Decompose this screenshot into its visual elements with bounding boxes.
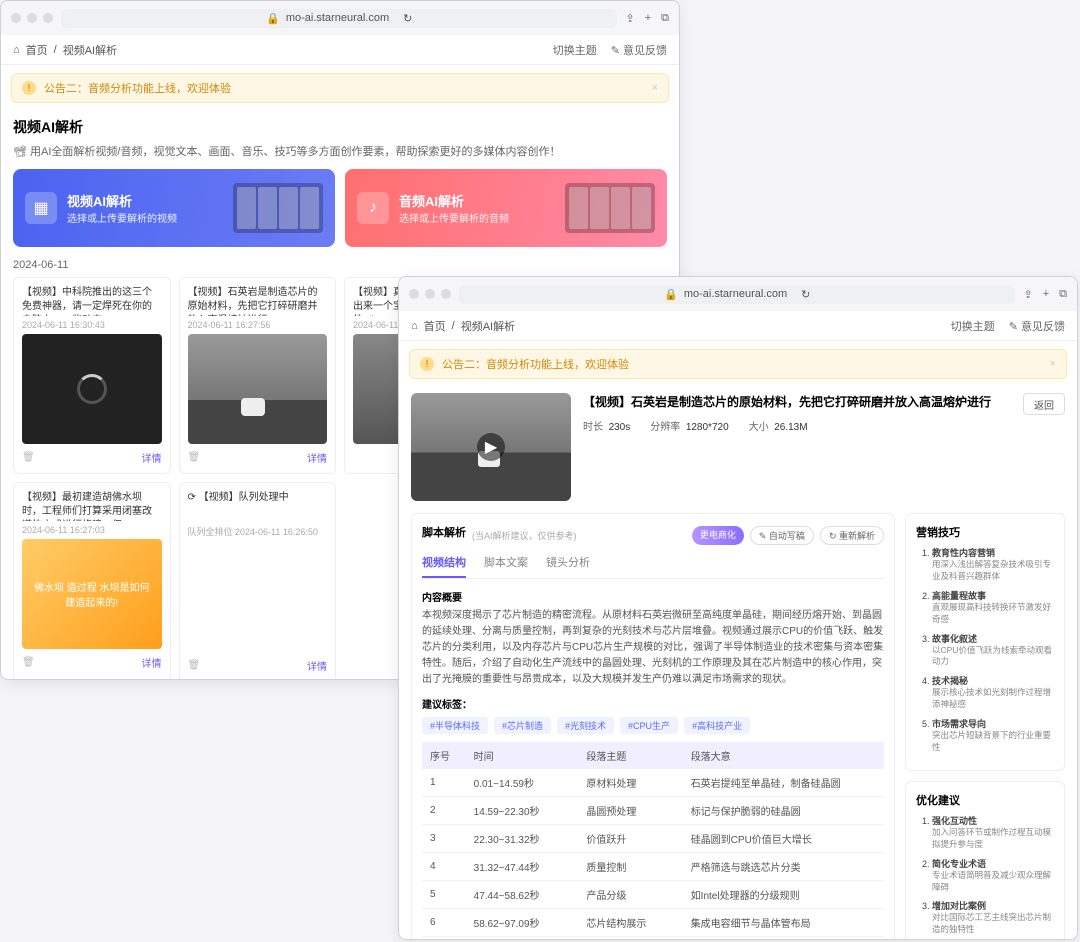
- url: mo-ai.starneural.com: [286, 12, 389, 24]
- pill-autowrite[interactable]: ✎ 自动写稿: [750, 526, 814, 545]
- tab-shots[interactable]: 镜头分析: [546, 554, 590, 578]
- tag[interactable]: #半导体科技: [422, 717, 488, 734]
- page-subtitle: 📽 用AI全面解析视频/音频，视觉文本、画面、音乐、技巧等多方面创作要素，帮助探…: [13, 143, 667, 159]
- list-item: 技术揭秘展示核心技术如光刻制作过程增添神秘感: [932, 674, 1054, 711]
- list-item: 高能量程故事直观展现高科技转换环节激发好奇感: [932, 589, 1054, 626]
- tag[interactable]: #CPU生产: [620, 717, 678, 734]
- video-thumbnail[interactable]: ▶: [411, 393, 571, 501]
- plus-icon[interactable]: +: [645, 12, 651, 25]
- detail-link[interactable]: 详情: [142, 655, 162, 670]
- date-header: 2024-06-11: [13, 259, 667, 271]
- tabs-icon[interactable]: ⧉: [1059, 288, 1067, 301]
- pill-ecommerce[interactable]: 更电商化: [692, 526, 744, 545]
- list-item: 市场需求导向突出芯片短缺背景下的行业重要性: [932, 717, 1054, 754]
- table-row: 431.32~47.44秒质量控制严格筛选与跳选芯片分类: [422, 853, 884, 881]
- detail-link[interactable]: 详情: [307, 658, 327, 673]
- list-item: 故事化叙述以CPU价值飞跃为线索牵动观看动力: [932, 632, 1054, 669]
- table-row: 10.01~14.59秒原材料处理石英岩提纯至单晶硅，制备硅晶圆: [422, 769, 884, 797]
- script-title: 脚本解析: [422, 524, 466, 540]
- trash-icon[interactable]: 🗑: [188, 660, 201, 671]
- table-row: 658.62~97.09秒芯片结构展示集成电容细节与晶体管布局: [422, 909, 884, 937]
- film-icon: ▦: [25, 192, 57, 224]
- list-item: 强化互动性加入问答环节或制作过程互动模拟提升参与度: [932, 814, 1054, 851]
- trash-icon[interactable]: 🗑: [22, 657, 35, 668]
- table-row: 547.44~58.62秒产品分级如Intel处理器的分级规则: [422, 881, 884, 909]
- table-row: 322.30~31.32秒价值跃升硅晶圆到CPU价值巨大增长: [422, 825, 884, 853]
- table-row: 797.09~151.19秒制造工艺揭秘光刻胶应用与光刻机工作原理: [422, 937, 884, 941]
- video-card[interactable]: ⟳ 【视频】队列处理中队列全排位 2024-06-11 16:26:50🗑详情: [179, 482, 337, 680]
- section-summary: 内容概要: [422, 589, 884, 604]
- table-row: 214.59~22.30秒晶圆预处理标记与保护脆弱的硅晶圆: [422, 797, 884, 825]
- hero-video[interactable]: ▦ 视频AI解析选择或上传要解析的视频: [13, 169, 335, 247]
- share-icon[interactable]: ⇪: [1023, 288, 1032, 301]
- list-item: 增加对比案例对比国际芯工艺主线突出芯片制造的独特性: [932, 899, 1054, 936]
- feedback-link[interactable]: ✎ 意见反馈: [611, 42, 667, 58]
- tag[interactable]: #芯片制造: [494, 717, 551, 734]
- hero-audio[interactable]: ♪ 音频AI解析选择或上传要解析的音频: [345, 169, 667, 247]
- tag[interactable]: #光刻技术: [557, 717, 614, 734]
- tabs-icon[interactable]: ⧉: [661, 12, 669, 25]
- detail-link[interactable]: 详情: [142, 450, 162, 465]
- share-icon[interactable]: ⇪: [625, 12, 634, 25]
- music-icon: ♪: [357, 192, 389, 224]
- info-icon: !: [420, 357, 434, 371]
- back-button[interactable]: 返回: [1023, 393, 1065, 415]
- video-card[interactable]: 【视频】最初建造胡佛水坝时，工程师们打算采用闭塞改道的方式进行修建，但2024-…: [13, 482, 171, 680]
- side-title-optimize: 优化建议: [916, 792, 1054, 808]
- breadcrumb: ⌂ 首页 / 视频AI解析: [411, 318, 515, 334]
- video-meta: 时长 230s 分辨率 1280*720 大小 26.13M: [583, 418, 1011, 433]
- close-icon[interactable]: ×: [652, 82, 658, 94]
- url-box[interactable]: 🔒 mo-ai.starneural.com ↻: [459, 285, 1015, 304]
- trash-icon[interactable]: 🗑: [188, 452, 201, 463]
- page-title: 视频AI解析: [13, 117, 667, 137]
- info-icon: !: [22, 81, 36, 95]
- plus-icon[interactable]: +: [1043, 288, 1049, 301]
- play-icon[interactable]: ▶: [477, 433, 505, 461]
- theme-toggle[interactable]: 切换主题: [951, 318, 995, 334]
- theme-toggle[interactable]: 切换主题: [553, 42, 597, 58]
- notice-bar: ! 公告二：音频分析功能上线，欢迎体验 ×: [409, 349, 1067, 379]
- tag[interactable]: #高科技产业: [684, 717, 750, 734]
- notice-bar: ! 公告二：音频分析功能上线，欢迎体验 ×: [11, 73, 669, 103]
- close-icon[interactable]: ×: [1050, 358, 1056, 370]
- tab-copy[interactable]: 脚本文案: [484, 554, 528, 578]
- list-item: 简化专业术语专业术语简明普及减少观众理解障碍: [932, 857, 1054, 894]
- feedback-link[interactable]: ✎ 意见反馈: [1009, 318, 1065, 334]
- segment-table: 序号时间段落主题段落大意 10.01~14.59秒原材料处理石英岩提纯至单晶硅，…: [422, 742, 884, 940]
- tab-structure[interactable]: 视频结构: [422, 554, 466, 578]
- summary-text: 本视频深度揭示了芯片制造的精密流程。从原材料石英岩微研至高纯度单晶硅，期间经历熔…: [422, 608, 884, 688]
- side-title-marketing: 营销技巧: [916, 524, 1054, 540]
- section-tags: 建议标签：: [422, 696, 884, 711]
- video-card[interactable]: 【视频】石英岩是制造芯片的原始材料，先把它打碎研磨并放入高温熔炉进行2024-0…: [179, 277, 337, 474]
- detail-link[interactable]: 详情: [307, 450, 327, 465]
- pill-reparse[interactable]: ↻ 重新解析: [820, 526, 884, 545]
- url-box[interactable]: 🔒 mo-ai.starneural.com ↻: [61, 9, 617, 28]
- list-item: 教育性内容营销用深入浅出解答复杂技术吸引专业及科普兴趣群体: [932, 546, 1054, 583]
- video-card[interactable]: 【视频】中科院推出的这三个免费神器，请一定焊死在你的电脑上。一些动态2024-0…: [13, 277, 171, 474]
- breadcrumb: ⌂ 首页 / 视频AI解析: [13, 42, 117, 58]
- trash-icon[interactable]: 🗑: [22, 452, 35, 463]
- video-title: 【视频】石英岩是制造芯片的原始材料，先把它打碎研磨并放入高温熔炉进行: [583, 393, 1011, 410]
